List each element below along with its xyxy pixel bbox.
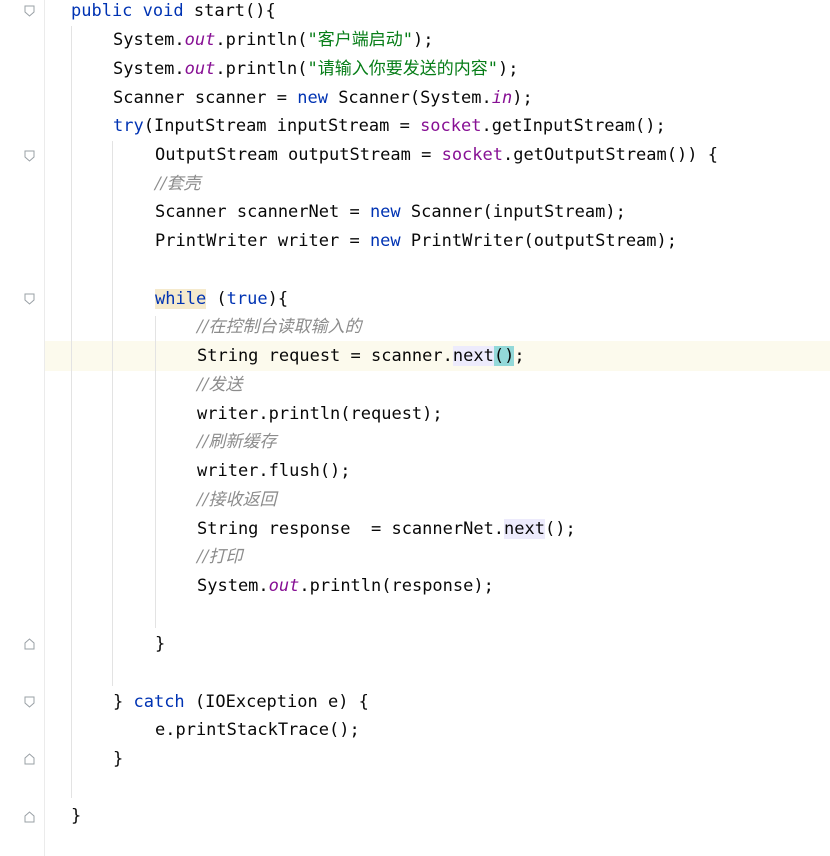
code-line-20: System.out.println(response); <box>197 572 494 600</box>
string-literal: "请输入你要发送的内容" <box>307 59 498 79</box>
code-text: } <box>71 806 82 826</box>
code-text: .println(response); <box>299 576 494 596</box>
fold-collapse-icon[interactable] <box>24 5 35 17</box>
code-line-18: String response = scannerNet.next(); <box>197 515 576 543</box>
code-text: ; <box>514 346 525 366</box>
code-text: .getInputStream(); <box>481 116 666 136</box>
code-line-22: } catch (IOException e) { <box>113 688 369 716</box>
static-field: out <box>184 30 216 50</box>
code-text: .println( <box>215 59 308 79</box>
code-text: (InputStream inputStream = <box>143 116 421 136</box>
code-comment: //套壳 <box>155 174 201 194</box>
code-comment: //在控制台读取输入的 <box>197 317 362 337</box>
code-text: writer.flush(); <box>197 461 351 481</box>
fold-expand-end-icon[interactable] <box>24 753 35 765</box>
code-line-19: //打印 <box>197 543 242 571</box>
fold-collapse-icon[interactable] <box>24 150 35 162</box>
code-line-13: //发送 <box>197 371 242 399</box>
code-text: (); <box>545 519 576 539</box>
indent-guide <box>155 316 156 628</box>
keyword: try <box>113 116 144 136</box>
keyword: void <box>142 1 184 21</box>
code-text: String request = scanner. <box>197 346 453 366</box>
code-line-16: writer.flush(); <box>197 457 351 485</box>
keyword: public <box>71 1 133 21</box>
code-text: } <box>113 692 134 712</box>
code-text: Scanner scanner = <box>113 88 298 108</box>
static-field: in <box>491 88 513 108</box>
code-line-24: } <box>113 745 123 773</box>
gutter-divider <box>44 0 45 856</box>
code-text: ( <box>206 289 227 309</box>
code-line-1: public void start(){ <box>71 0 276 25</box>
fold-expand-end-icon[interactable] <box>24 638 35 650</box>
code-line-21: } <box>155 630 165 658</box>
code-text: (IOException e) { <box>184 692 369 712</box>
code-text: OutputStream outputStream = <box>155 145 442 165</box>
code-line-17: //接收返回 <box>197 486 276 514</box>
static-field: out <box>268 576 300 596</box>
member-field: socket <box>420 116 482 136</box>
fold-expand-end-icon[interactable] <box>24 811 35 823</box>
matched-paren-highlight: () <box>493 346 515 366</box>
code-text: String response = scannerNet. <box>197 519 505 539</box>
code-text: } <box>113 749 124 769</box>
code-comment: //刷新缓存 <box>197 432 277 452</box>
code-line-6: OutputStream outputStream = socket.getOu… <box>155 141 718 169</box>
code-comment: //打印 <box>197 547 243 567</box>
code-text: start(){ <box>183 1 276 21</box>
code-line-11: //在控制台读取输入的 <box>197 313 361 341</box>
code-line-4: Scanner scanner = new Scanner(System.in)… <box>113 84 533 112</box>
code-text: ); <box>512 88 533 108</box>
code-text: e.printStackTrace(); <box>155 720 360 740</box>
code-line-2: System.out.println("客户端启动"); <box>113 26 433 54</box>
fold-collapse-icon[interactable] <box>24 293 35 305</box>
indent-guide <box>112 141 113 686</box>
code-text: Scanner scannerNet = <box>155 202 370 222</box>
code-line-25: } <box>71 802 81 830</box>
code-line-23: e.printStackTrace(); <box>155 716 360 744</box>
code-text: .getOutputStream()) { <box>503 145 718 165</box>
fold-collapse-icon[interactable] <box>24 696 35 708</box>
code-text: PrintWriter writer = <box>155 231 370 251</box>
code-text: ){ <box>267 289 289 309</box>
method-usage-highlight: next <box>452 346 494 366</box>
keyword: new <box>369 231 401 251</box>
code-line-7: //套壳 <box>155 170 200 198</box>
code-text: PrintWriter(outputStream); <box>400 231 677 251</box>
static-field: out <box>184 59 216 79</box>
keyword-highlighted: while <box>155 289 207 309</box>
method-usage-highlight: next <box>504 519 545 539</box>
code-text: ); <box>497 59 519 79</box>
code-line-10: while (true){ <box>155 285 288 313</box>
code-text: Scanner(inputStream); <box>400 202 626 222</box>
code-comment: //接收返回 <box>197 490 277 510</box>
keyword: catch <box>133 692 185 712</box>
code-line-8: Scanner scannerNet = new Scanner(inputSt… <box>155 198 626 226</box>
keyword: new <box>369 202 401 222</box>
code-line-9: PrintWriter writer = new PrintWriter(out… <box>155 227 677 255</box>
code-text: System. <box>113 30 185 50</box>
member-field: socket <box>441 145 503 165</box>
indent-guide <box>71 26 72 798</box>
string-literal: "客户端启动" <box>307 30 413 50</box>
code-line-5: try(InputStream inputStream = socket.get… <box>113 112 666 140</box>
code-text: } <box>155 634 166 654</box>
code-line-15: //刷新缓存 <box>197 428 276 456</box>
code-comment: //发送 <box>197 375 243 395</box>
code-text: Scanner(System. <box>327 88 492 108</box>
code-line-14: writer.println(request); <box>197 400 443 428</box>
code-text: System. <box>113 59 185 79</box>
code-text: writer.println(request); <box>197 404 443 424</box>
keyword: true <box>226 289 268 309</box>
code-editor[interactable]: public void start(){ System.out.println(… <box>0 0 830 856</box>
code-line-12: String request = scanner.next(); <box>197 342 525 370</box>
editor-gutter <box>0 0 44 856</box>
code-text: ); <box>412 30 434 50</box>
keyword: new <box>297 88 328 108</box>
code-text: .println( <box>215 30 308 50</box>
code-text: System. <box>197 576 269 596</box>
code-line-3: System.out.println("请输入你要发送的内容"); <box>113 55 518 83</box>
